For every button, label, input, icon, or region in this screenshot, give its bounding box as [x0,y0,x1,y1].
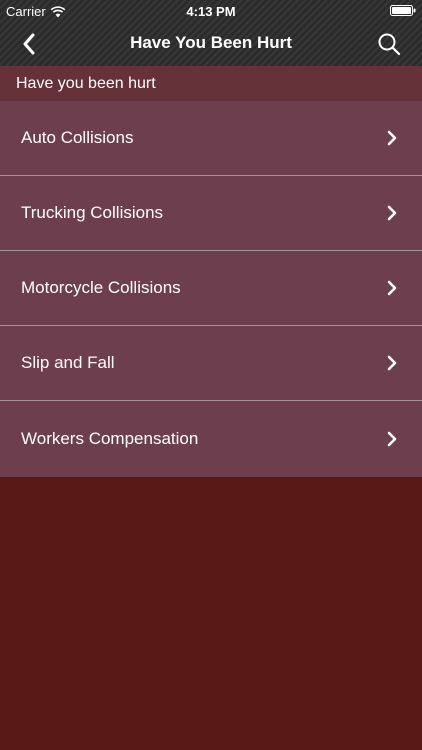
list-item-slip-and-fall[interactable]: Slip and Fall [0,326,422,401]
list-item-label: Slip and Fall [21,353,115,372]
chevron-right-icon [387,431,397,447]
app-header: Carrier 4:13 PM Have You Been Hurt [0,0,422,66]
category-list: Auto Collisions Trucking Collisions Moto… [0,101,422,477]
page-title: Have You Been Hurt [130,33,292,52]
list-item-label: Auto Collisions [21,128,134,147]
chevron-right-icon [387,130,397,146]
list-item-trucking-collisions[interactable]: Trucking Collisions [0,176,422,251]
chevron-left-icon [23,33,35,55]
chevron-right-icon [387,355,397,371]
chevron-right-icon [387,205,397,221]
section-heading: Have you been hurt [0,66,422,101]
search-icon [378,33,401,56]
battery-icon [390,5,416,16]
chevron-right-icon [387,280,397,296]
list-item-workers-compensation[interactable]: Workers Compensation [0,401,422,477]
list-item-label: Workers Compensation [21,429,199,448]
list-item-motorcycle-collisions[interactable]: Motorcycle Collisions [0,251,422,326]
status-bar: Carrier 4:13 PM [0,0,422,22]
back-button[interactable] [14,30,44,58]
navigation-bar: Have You Been Hurt [0,22,422,66]
list-item-label: Trucking Collisions [21,203,164,222]
list-item-auto-collisions[interactable]: Auto Collisions [0,101,422,176]
list-item-label: Motorcycle Collisions [21,278,181,297]
search-button[interactable] [374,29,404,59]
content-background [0,477,422,750]
status-time: 4:13 PM [186,4,236,19]
